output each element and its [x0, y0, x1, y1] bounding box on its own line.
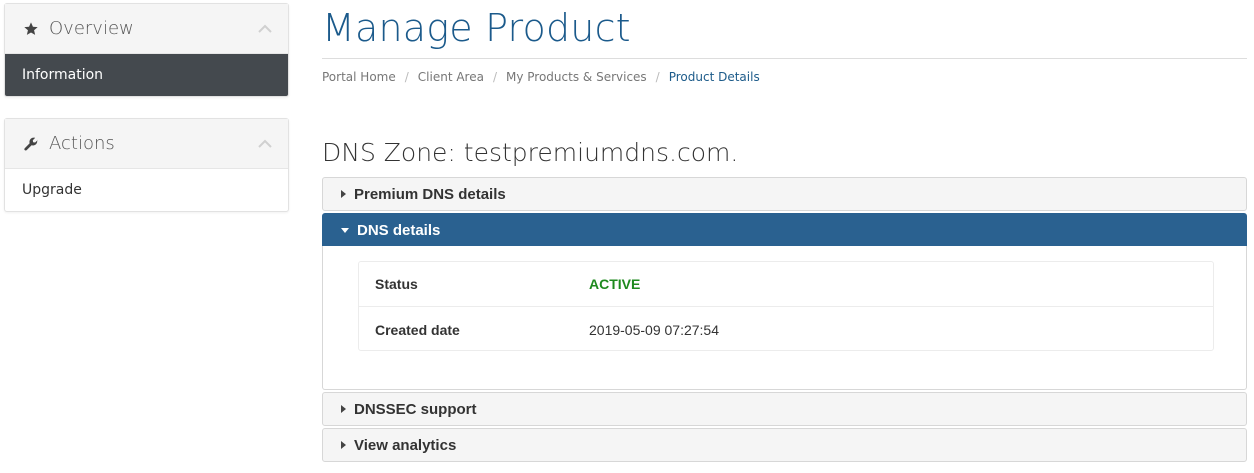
breadcrumb-client-area[interactable]: Client Area	[418, 70, 484, 84]
caret-right-icon	[341, 441, 346, 449]
dns-zone-title: DNS Zone: testpremiumdns.com.	[322, 138, 739, 167]
accordion-label: DNSSEC support	[354, 400, 477, 418]
overview-panel-title: Overview	[49, 18, 134, 39]
accordion-dns-details[interactable]: DNS details	[322, 213, 1247, 247]
detail-key: Status	[375, 276, 418, 292]
detail-key: Created date	[375, 321, 460, 338]
accordion-premium-dns-details[interactable]: Premium DNS details	[322, 177, 1247, 211]
accordion-view-analytics[interactable]: View analytics	[322, 428, 1247, 462]
sidebar-item-upgrade[interactable]: Upgrade	[5, 169, 288, 211]
status-value: ACTIVE	[589, 276, 641, 292]
sidebar-panel-actions: Actions Upgrade	[4, 118, 289, 212]
chevron-up-icon[interactable]	[258, 136, 272, 148]
caret-down-icon	[341, 227, 349, 233]
breadcrumb-product-details: Product Details	[668, 70, 760, 84]
page-title: Manage Product	[322, 6, 631, 50]
breadcrumb-separator: /	[655, 70, 660, 84]
accordion-label: View analytics	[354, 436, 457, 454]
sidebar-item-information[interactable]: Information	[5, 54, 288, 96]
accordion-label: DNS details	[357, 221, 441, 239]
caret-right-icon	[341, 405, 346, 413]
chevron-up-icon[interactable]	[258, 21, 272, 33]
accordion-dnssec-support[interactable]: DNSSEC support	[322, 392, 1247, 426]
wrench-icon	[22, 135, 40, 153]
created-date-value: 2019-05-09 07:27:54	[589, 321, 719, 338]
sidebar-panel-overview: Overview Information	[4, 3, 289, 97]
actions-panel-title: Actions	[49, 133, 115, 154]
breadcrumb: Portal Home / Client Area / My Products …	[322, 70, 760, 84]
breadcrumb-separator: /	[492, 70, 497, 84]
breadcrumb-portal-home[interactable]: Portal Home	[322, 70, 396, 84]
star-icon	[22, 20, 40, 38]
overview-panel-header[interactable]: Overview	[5, 4, 288, 54]
actions-panel-header[interactable]: Actions	[5, 119, 288, 169]
detail-row-status: Status ACTIVE	[359, 262, 1213, 307]
title-divider	[322, 58, 1247, 59]
accordion-label: Premium DNS details	[354, 185, 506, 203]
dns-details-table: Status ACTIVE Created date 2019-05-09 07…	[358, 261, 1214, 351]
breadcrumb-products-services[interactable]: My Products & Services	[506, 70, 647, 84]
dns-details-panel: Status ACTIVE Created date 2019-05-09 07…	[322, 246, 1247, 390]
detail-row-created-date: Created date 2019-05-09 07:27:54	[359, 307, 1213, 352]
caret-right-icon	[341, 190, 346, 198]
breadcrumb-separator: /	[404, 70, 409, 84]
